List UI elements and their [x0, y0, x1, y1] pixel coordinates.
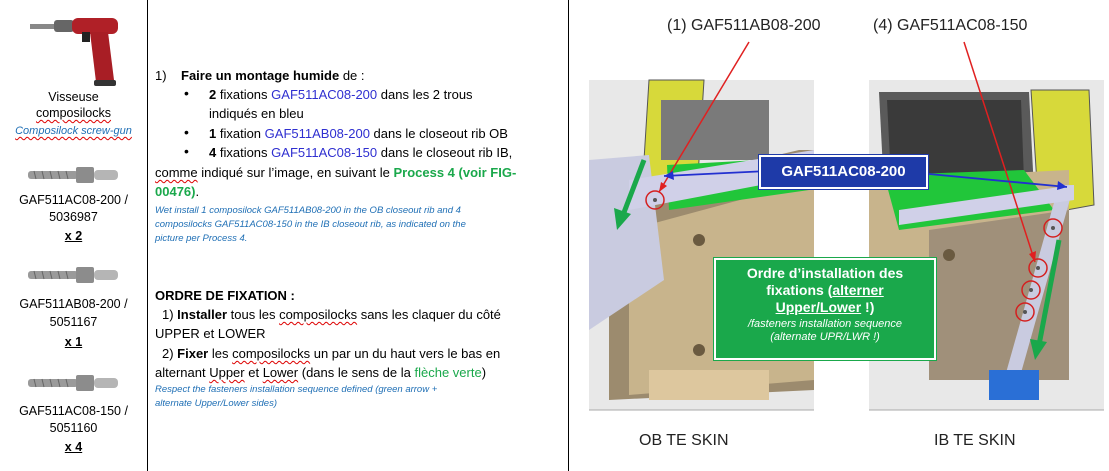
part-1-code: 5036987 — [49, 210, 98, 224]
english-note-5: alternate Upper/Lower sides) — [155, 398, 277, 409]
bullet-icon: • — [184, 124, 189, 140]
fastener-icon — [28, 375, 118, 391]
caption-ib: IB TE SKIN — [934, 432, 1016, 449]
order-fr-3: Upper/Lower !) — [775, 299, 875, 315]
instructions-column: 1) Faire un montage humide de : • 2 fixa… — [148, 0, 569, 471]
part-3-ref: GAF511AC08-150 / — [19, 404, 128, 418]
order-step-1-cont: UPPER et LOWER — [155, 326, 266, 341]
part-3-code: 5051160 — [49, 421, 98, 435]
screw-gun-name-en: Composilock screw-gun — [15, 125, 132, 137]
part-2-ref: GAF511AB08-200 / — [19, 297, 128, 311]
order-step-1: 1) Installer tous les composilocks sans … — [162, 307, 501, 322]
fastener-icon — [28, 267, 118, 283]
part-3-qty: x 4 — [64, 440, 83, 454]
assembly-figure: (1) GAF511AB08-200 (4) GAF511AC08-150 GA… — [569, 0, 1109, 471]
bullet-icon: • — [184, 85, 189, 101]
order-step-2: 2) Fixer les composilocks un par un du h… — [162, 346, 501, 361]
fastener-icon — [28, 167, 118, 183]
order-step-2-cont: alternant Upper et Lower (dans le sens d… — [155, 365, 487, 380]
part-ref: GAF511AB08-200 — [264, 126, 370, 141]
label-ac08-150: (4) GAF511AC08-150 — [873, 17, 1028, 34]
step-1-title: Faire un montage humide — [181, 68, 340, 83]
screw-gun-name: Visseuse — [48, 90, 99, 104]
screw-gun-name-2: composilocks — [35, 106, 112, 120]
ib-te-skin-view — [869, 80, 1104, 411]
order-en-2: (alternate UPR/LWR !) — [770, 331, 880, 343]
bullet-icon: • — [184, 143, 189, 159]
process-line-2: 00476). — [155, 184, 200, 199]
english-note-2: composilocks GAF511AC08-150 in the IB cl… — [155, 219, 466, 230]
part-1-qty: x 2 — [64, 229, 83, 243]
part-ref: GAF511AC08-150 — [271, 145, 378, 160]
order-en-1: /fasteners installation sequence — [747, 318, 903, 330]
process-ref: Process 4 (voir FIG- — [393, 165, 517, 180]
ob-te-skin-view — [589, 79, 814, 411]
part-ref: GAF511AC08-200 — [271, 87, 378, 102]
work-instruction-sheet: Visseuse composilocks Composilock screw-… — [0, 0, 1109, 471]
english-note-3: picture per Process 4. — [155, 233, 248, 244]
label-ab08-200: (1) GAF511AB08-200 — [667, 17, 821, 34]
bullet-2: 1 fixation GAF511AB08-200 dans le closeo… — [209, 126, 508, 141]
installation-order-box: Ordre d’installation des fixations (alte… — [714, 258, 936, 360]
part-1-ref: GAF511AC08-200 / — [19, 193, 128, 207]
bullet-1-cont: indiqués en bleu — [209, 106, 304, 121]
order-fr-1: Ordre d’installation des — [746, 265, 904, 281]
order-fr-2: fixations (alterner — [766, 282, 884, 298]
screw-gun-icon — [30, 18, 118, 86]
bullet-3: 4 fixations GAF511AC08-150 dans le close… — [209, 145, 513, 160]
blue-callout: GAF511AC08-200 — [759, 155, 928, 189]
tools-column: Visseuse composilocks Composilock screw-… — [0, 0, 148, 471]
step-1: 1) Faire un montage humide de : — [155, 68, 365, 83]
english-note-1: Wet install 1 composilock GAF511AB08-200… — [155, 205, 461, 216]
english-note-4: Respect the fasteners installation seque… — [155, 384, 438, 395]
part-2-code: 5051167 — [49, 315, 98, 329]
caption-ob: OB TE SKIN — [639, 432, 729, 449]
part-2-qty: x 1 — [64, 335, 83, 349]
order-title: ORDRE DE FIXATION : — [155, 288, 295, 303]
bullet-1: 2 fixations GAF511AC08-200 dans les 2 tr… — [209, 87, 473, 102]
cad-illustration — [589, 41, 1104, 411]
process-line: comme indiqué sur l’image, en suivant le… — [155, 165, 517, 180]
